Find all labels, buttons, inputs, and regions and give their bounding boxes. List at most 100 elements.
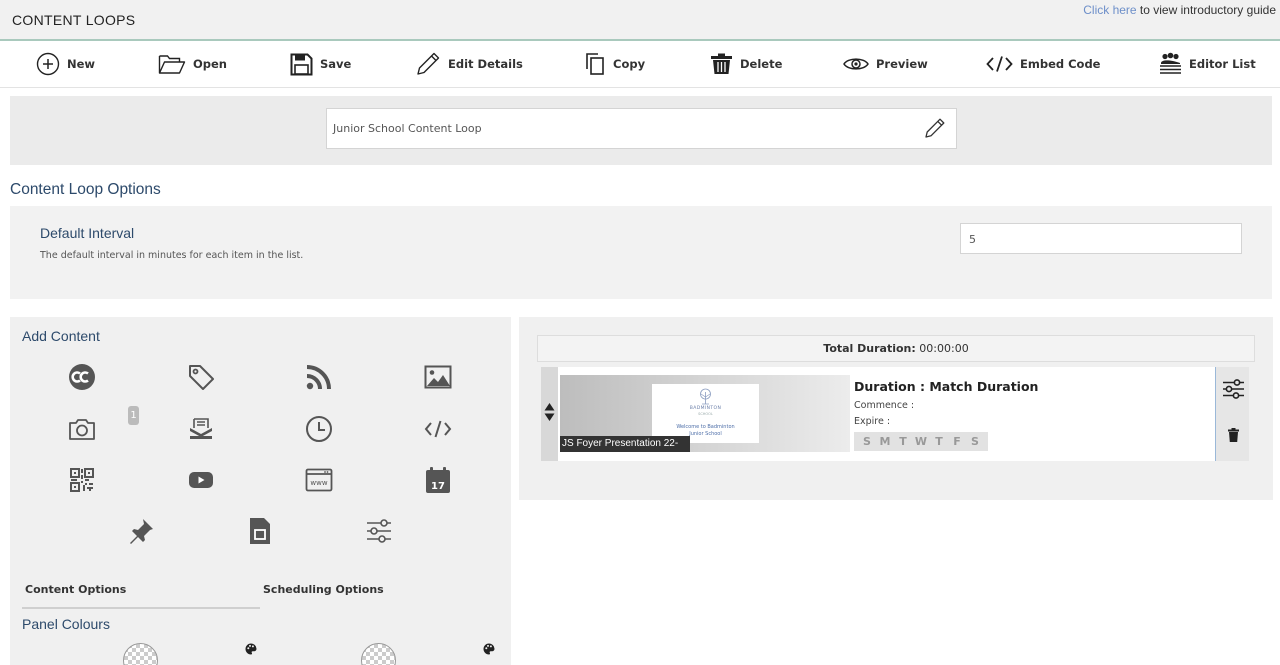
total-duration-label: Total Duration:: [823, 342, 916, 355]
eye-icon: [843, 55, 869, 73]
web-page-icon[interactable]: www: [304, 465, 334, 495]
scheduling-colour-swatch[interactable]: [361, 643, 396, 665]
default-interval-label: Default Interval: [40, 225, 135, 241]
item-delete-button[interactable]: [1221, 425, 1245, 449]
day-sunday[interactable]: S: [858, 432, 876, 451]
copy-icon: [584, 52, 606, 76]
loop-items-panel: Total Duration: 00:00:00 BADMINTON SCHOO…: [519, 317, 1273, 500]
calendar-icon[interactable]: 17: [423, 465, 453, 495]
total-duration-value: 00:00:00: [915, 342, 969, 355]
code-icon: [986, 55, 1013, 73]
item-settings-button[interactable]: [1221, 378, 1245, 404]
app-header: CONTENT LOOPS Click here to view introdu…: [0, 0, 1280, 41]
day-thursday[interactable]: T: [930, 432, 948, 451]
item-actions: [1215, 367, 1249, 461]
preview-label: Preview: [876, 57, 928, 71]
trash-icon: [710, 53, 733, 75]
thumb-welcome-line-1: Welcome to Badminton: [676, 424, 735, 430]
tag-icon[interactable]: [186, 362, 216, 392]
camera-icon[interactable]: [67, 414, 97, 444]
toolbar: New Open Save Edit Details Copy Delete P…: [0, 41, 1280, 88]
school-crest-icon: [700, 388, 711, 405]
add-content-title: Add Content: [22, 328, 100, 344]
day-tuesday[interactable]: T: [894, 432, 912, 451]
calendar-day: 17: [431, 481, 445, 492]
image-icon[interactable]: [423, 362, 453, 392]
loop-name-panel: Junior School Content Loop: [10, 96, 1272, 165]
users-icon: [1159, 52, 1182, 76]
pencil-icon: [415, 51, 441, 77]
item-duration: Duration : Match Duration: [854, 379, 1039, 394]
web-page-label: www: [310, 479, 327, 487]
folder-open-icon: [158, 53, 186, 75]
embed-code-label: Embed Code: [1020, 57, 1101, 71]
thumb-school-name: BADMINTON: [689, 406, 722, 411]
trash-icon: [1227, 427, 1239, 447]
active-tab-underline: [22, 607, 260, 609]
save-button[interactable]: Save: [290, 41, 351, 87]
default-interval-panel: Default Interval The default interval in…: [10, 206, 1272, 299]
day-monday[interactable]: M: [876, 432, 894, 451]
new-button[interactable]: New: [36, 41, 95, 87]
open-button[interactable]: Open: [158, 41, 227, 87]
edit-name-icon[interactable]: [924, 117, 946, 144]
item-caption: JS Foyer Presentation 22-: [560, 436, 690, 452]
default-interval-input[interactable]: 5: [960, 223, 1242, 254]
reorder-handle[interactable]: [541, 367, 558, 461]
tab-scheduling-options[interactable]: Scheduling Options: [263, 583, 384, 596]
edit-details-button[interactable]: Edit Details: [415, 41, 523, 87]
save-label: Save: [320, 57, 352, 71]
editor-list-label: Editor List: [1189, 57, 1256, 71]
creative-commons-icon[interactable]: [67, 362, 97, 392]
palette-icon[interactable]: [245, 642, 257, 655]
guide-link[interactable]: Click here: [1083, 3, 1136, 17]
sliders-icon[interactable]: [364, 516, 394, 546]
loop-name-text: Junior School Content Loop: [333, 122, 482, 135]
day-wednesday[interactable]: W: [912, 432, 930, 451]
panel-colour-swatch[interactable]: [123, 643, 158, 665]
sort-icon: [544, 402, 555, 427]
add-content-panel: Add Content 1 www 17 Content Options Sch…: [10, 317, 511, 665]
guide-text: to view introductory guide: [1136, 3, 1276, 17]
rss-icon[interactable]: [304, 362, 334, 392]
day-saturday[interactable]: S: [966, 432, 984, 451]
plus-circle-icon: [36, 52, 60, 76]
open-label: Open: [193, 57, 227, 71]
embed-code-button[interactable]: Embed Code: [986, 41, 1100, 87]
total-duration-bar: Total Duration: 00:00:00: [537, 335, 1255, 362]
editor-list-button[interactable]: Editor List: [1159, 41, 1256, 87]
list-item[interactable]: BADMINTON SCHOOL Welcome to Badminton Ju…: [541, 367, 1249, 461]
preview-button[interactable]: Preview: [843, 41, 928, 87]
pin-icon[interactable]: [126, 516, 156, 546]
thumb-school-sub: SCHOOL: [698, 412, 713, 416]
floppy-disk-icon: [290, 53, 313, 76]
youtube-icon[interactable]: [186, 465, 216, 495]
item-commence: Commence :: [854, 400, 915, 411]
edit-details-label: Edit Details: [448, 57, 523, 71]
options-section-title: Content Loop Options: [10, 181, 161, 198]
copy-label: Copy: [613, 57, 646, 71]
sliders-icon: [1222, 378, 1245, 404]
item-thumbnail: BADMINTON SCHOOL Welcome to Badminton Ju…: [560, 375, 850, 452]
app-title: CONTENT LOOPS: [12, 12, 136, 28]
delete-label: Delete: [740, 57, 783, 71]
copy-button[interactable]: Copy: [584, 41, 645, 87]
new-label: New: [67, 57, 96, 71]
loop-name-field[interactable]: Junior School Content Loop: [326, 108, 957, 149]
guide-note: Click here to view introductory guide: [1083, 3, 1276, 17]
default-interval-description: The default interval in minutes for each…: [40, 250, 304, 261]
panel-colours-label: Panel Colours: [22, 616, 110, 632]
code-icon[interactable]: [423, 414, 453, 444]
content-count-badge: 1: [128, 406, 139, 425]
mail-icon[interactable]: [186, 414, 216, 444]
palette-icon[interactable]: [483, 642, 495, 655]
qr-code-icon[interactable]: [67, 465, 97, 495]
document-icon[interactable]: [245, 516, 275, 546]
default-interval-value: 5: [969, 233, 976, 246]
tab-content-options[interactable]: Content Options: [25, 583, 126, 596]
thumbnail-slide: BADMINTON SCHOOL Welcome to Badminton Ju…: [652, 384, 759, 443]
clock-icon[interactable]: [304, 414, 334, 444]
item-expire: Expire :: [854, 416, 891, 427]
day-friday[interactable]: F: [948, 432, 966, 451]
delete-button[interactable]: Delete: [710, 41, 782, 87]
